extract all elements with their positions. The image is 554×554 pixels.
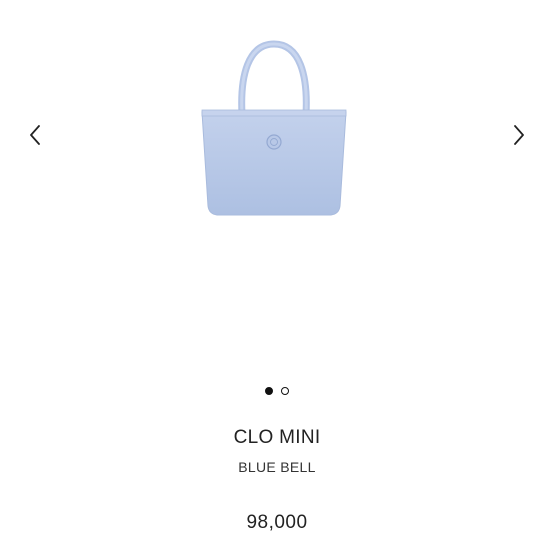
product-color-name: BLUE BELL — [238, 459, 316, 475]
pagination-dot-2[interactable] — [281, 387, 289, 395]
product-image-carousel — [0, 0, 554, 370]
carousel-prev-button[interactable] — [20, 120, 50, 150]
carousel-next-button[interactable] — [504, 120, 534, 150]
carousel-pagination — [0, 384, 554, 398]
chevron-right-icon — [514, 125, 524, 145]
chevron-left-icon — [30, 125, 40, 145]
product-page: CLO MINI BLUE BELL 98,000 — [0, 0, 554, 554]
product-name: CLO MINI — [233, 427, 321, 448]
product-image-tote-bag — [201, 40, 347, 216]
product-price: 98,000 — [246, 512, 308, 533]
pagination-dot-1[interactable] — [265, 387, 273, 395]
